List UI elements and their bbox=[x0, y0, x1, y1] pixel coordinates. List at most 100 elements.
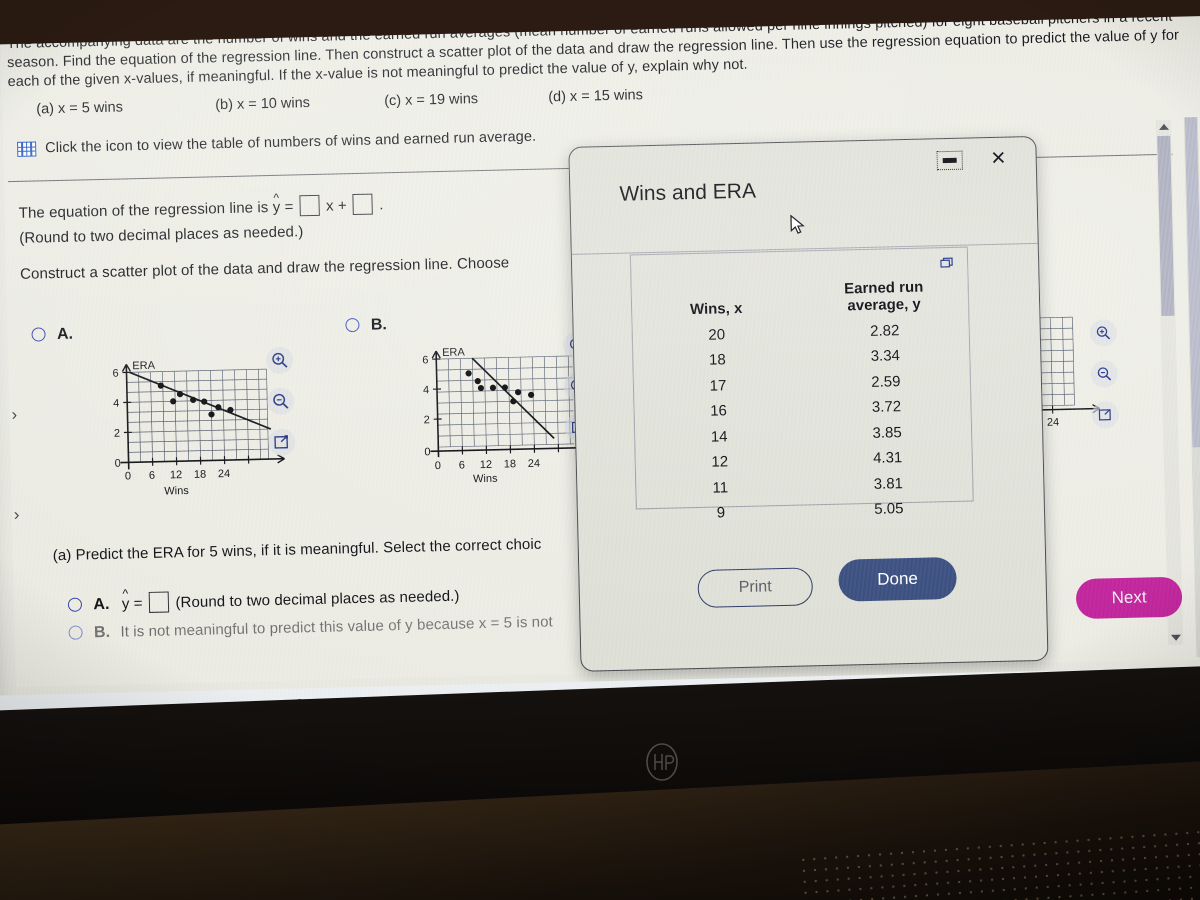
radio-part-a-choice-a[interactable] bbox=[67, 597, 83, 612]
zoom-in-icon[interactable] bbox=[265, 346, 294, 375]
cell-era: 3.85 bbox=[872, 423, 902, 442]
option-b-letter: B. bbox=[370, 316, 388, 334]
cell-era: 3.72 bbox=[871, 398, 902, 416]
regression-equation-prompt: The equation of the regression line is ^… bbox=[18, 191, 384, 248]
table-grid-icon[interactable] bbox=[17, 141, 37, 157]
chart-b-ylabel: ERA bbox=[442, 346, 466, 359]
part-a-answer-input[interactable] bbox=[148, 591, 170, 613]
prev-question-arrow[interactable]: › bbox=[11, 405, 17, 425]
close-button[interactable]: × bbox=[991, 144, 1006, 172]
minimize-icon bbox=[942, 157, 957, 164]
x-plus-text: x + bbox=[325, 197, 347, 215]
svg-text:0: 0 bbox=[114, 458, 120, 470]
scroll-up-arrow-icon[interactable] bbox=[1158, 123, 1170, 131]
table-row: 9 5.05 bbox=[637, 499, 973, 524]
minimize-button[interactable] bbox=[936, 150, 963, 171]
part-a-choice-a-letter: A. bbox=[93, 595, 110, 614]
chart-a-ylabel: ERA bbox=[132, 360, 156, 373]
cell-wins: 16 bbox=[710, 402, 728, 420]
inner-scrollbar[interactable] bbox=[1155, 119, 1184, 645]
construct-prompt: Construct a scatter plot of the data and… bbox=[19, 254, 510, 283]
table-row: 20 2.82 bbox=[633, 320, 969, 345]
table-row: 12 4.31 bbox=[636, 448, 972, 473]
intercept-input-box[interactable] bbox=[352, 193, 374, 216]
hat-accent: ^ bbox=[273, 190, 280, 205]
equation-prefix: The equation of the regression line is bbox=[18, 199, 269, 222]
svg-text:6: 6 bbox=[112, 368, 118, 380]
equals-sign: = bbox=[284, 198, 294, 216]
equation-period: . bbox=[379, 196, 384, 214]
radio-part-a-choice-b[interactable] bbox=[68, 625, 83, 640]
option-a-letter: A. bbox=[56, 325, 74, 344]
print-button[interactable]: Print bbox=[697, 567, 814, 609]
svg-text:0: 0 bbox=[125, 470, 131, 482]
subpart-a: (a) x = 5 wins bbox=[36, 99, 124, 118]
subpart-c: (c) x = 19 wins bbox=[384, 91, 479, 110]
table-row: 17 2.59 bbox=[634, 371, 970, 396]
svg-text:6: 6 bbox=[422, 354, 428, 366]
outer-scrollbar[interactable] bbox=[1183, 117, 1200, 658]
wins-and-era-dialog: × Wins and ERA Earned run Wins, x averag… bbox=[568, 135, 1049, 672]
part-a-equals: = bbox=[133, 595, 143, 613]
zoom-out-icon[interactable] bbox=[266, 387, 295, 416]
chart-a-grid bbox=[126, 368, 269, 463]
part-a-round-note: (Round to two decimal places as needed.) bbox=[175, 587, 460, 612]
hp-logo bbox=[642, 742, 682, 787]
svg-text:4: 4 bbox=[423, 384, 429, 396]
chart-b-grid bbox=[435, 355, 575, 448]
svg-text:18: 18 bbox=[504, 458, 517, 470]
scroll-down-arrow-icon[interactable] bbox=[1170, 634, 1182, 641]
next-question-arrow[interactable]: › bbox=[14, 505, 20, 525]
slope-input-box[interactable] bbox=[299, 194, 320, 217]
cell-wins: 18 bbox=[708, 351, 726, 369]
y-hat-symbol: ^ y bbox=[272, 191, 281, 217]
copy-to-clipboard-icon[interactable] bbox=[940, 257, 955, 275]
table-row: 16 3.72 bbox=[634, 397, 970, 422]
radio-option-a[interactable] bbox=[31, 327, 46, 342]
browser-viewport: The accompanying data are the number of … bbox=[0, 0, 1200, 688]
done-button[interactable]: Done bbox=[838, 556, 958, 602]
svg-text:12: 12 bbox=[170, 469, 183, 481]
subpart-d: (d) x = 15 wins bbox=[548, 87, 644, 106]
part-a-section: (a) Predict the ERA for 5 wins, if it is… bbox=[52, 533, 613, 642]
svg-text:24: 24 bbox=[528, 458, 541, 470]
option-b[interactable]: B. bbox=[345, 316, 387, 335]
table-row: 14 3.85 bbox=[635, 422, 971, 447]
screen-surface: The accompanying data are the number of … bbox=[0, 0, 1200, 754]
radio-option-b[interactable] bbox=[345, 317, 360, 333]
open-in-new-window-icon[interactable] bbox=[267, 428, 296, 457]
part-a-choice-b[interactable]: B. It is not meaningful to predict this … bbox=[68, 612, 553, 642]
svg-text:2: 2 bbox=[424, 414, 430, 426]
part-a-choice-a[interactable]: A. ^ y = (Round to two decimal places as… bbox=[67, 585, 460, 615]
header-wins: Wins, x bbox=[689, 299, 743, 319]
zoom-out-icon-partial[interactable] bbox=[1090, 360, 1119, 388]
cell-era: 3.34 bbox=[870, 347, 901, 365]
dialog-title: Wins and ERA bbox=[619, 179, 757, 206]
inner-scrollbar-thumb[interactable] bbox=[1157, 135, 1175, 317]
svg-text:12: 12 bbox=[480, 459, 493, 471]
part-a-yhat: ^ y bbox=[121, 586, 130, 613]
svg-text:6: 6 bbox=[459, 459, 465, 471]
outer-scrollbar-thumb[interactable] bbox=[1184, 117, 1200, 448]
chart-b-ticks bbox=[432, 358, 560, 456]
wins-era-table: Earned run Wins, x average, y 20 2.82 18 bbox=[632, 278, 974, 524]
cell-era: 2.82 bbox=[869, 321, 900, 340]
zoom-in-icon-partial[interactable] bbox=[1089, 319, 1118, 347]
part-a-prompt: (a) Predict the ERA for 5 wins, if it is… bbox=[52, 535, 542, 565]
open-in-new-window-icon-partial[interactable] bbox=[1091, 401, 1120, 429]
chart-partial-tools[interactable] bbox=[1089, 319, 1120, 429]
svg-text:24: 24 bbox=[218, 468, 231, 480]
table-icon-row[interactable]: Click the icon to view the table of numb… bbox=[17, 128, 536, 159]
chart-b-xlabel: Wins bbox=[473, 473, 498, 486]
chart-a-xlabel: Wins bbox=[164, 485, 189, 498]
monitor-photo: The accompanying data are the number of … bbox=[0, 0, 1200, 900]
option-a[interactable]: A. bbox=[31, 326, 73, 345]
cell-wins: 17 bbox=[709, 376, 727, 395]
next-button[interactable]: Next bbox=[1075, 576, 1183, 620]
chart-a-tools[interactable] bbox=[265, 346, 296, 457]
svg-text:4: 4 bbox=[113, 398, 119, 410]
part-a-choice-b-letter: B. bbox=[93, 623, 111, 642]
mouse-cursor-icon bbox=[789, 214, 807, 240]
svg-text:2: 2 bbox=[114, 428, 120, 440]
table-icon-hint: Click the icon to view the table of numb… bbox=[44, 128, 537, 157]
